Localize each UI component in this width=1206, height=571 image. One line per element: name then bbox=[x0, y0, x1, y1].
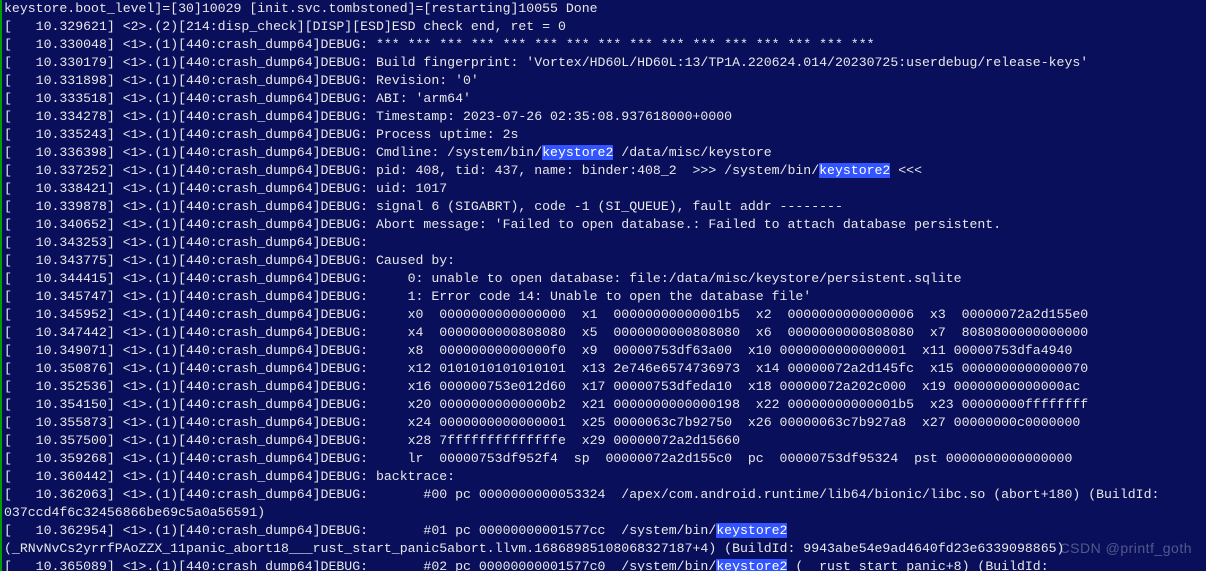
log-line: [ 10.333518] <1>.(1)[440:crash_dump64]DE… bbox=[4, 90, 1206, 108]
log-line: (_RNvNvCs2yrrfPAoZZX_11panic_abort18___r… bbox=[4, 540, 1206, 558]
log-line: [ 10.355873] <1>.(1)[440:crash_dump64]DE… bbox=[4, 414, 1206, 432]
log-line: [ 10.345747] <1>.(1)[440:crash_dump64]DE… bbox=[4, 288, 1206, 306]
log-line: [ 10.338421] <1>.(1)[440:crash_dump64]DE… bbox=[4, 180, 1206, 198]
log-line: [ 10.339878] <1>.(1)[440:crash_dump64]DE… bbox=[4, 198, 1206, 216]
log-line: [ 10.349071] <1>.(1)[440:crash_dump64]DE… bbox=[4, 342, 1206, 360]
highlight-match: keystore2 bbox=[819, 163, 890, 178]
log-line: [ 10.365089] <1>.(1)[440:crash_dump64]DE… bbox=[4, 558, 1206, 571]
log-line: [ 10.331898] <1>.(1)[440:crash_dump64]DE… bbox=[4, 72, 1206, 90]
log-line: [ 10.330048] <1>.(1)[440:crash_dump64]DE… bbox=[4, 36, 1206, 54]
log-line: [ 10.347442] <1>.(1)[440:crash_dump64]DE… bbox=[4, 324, 1206, 342]
log-line: [ 10.352536] <1>.(1)[440:crash_dump64]DE… bbox=[4, 378, 1206, 396]
log-line: [ 10.357500] <1>.(1)[440:crash_dump64]DE… bbox=[4, 432, 1206, 450]
log-line: [ 10.354150] <1>.(1)[440:crash_dump64]DE… bbox=[4, 396, 1206, 414]
log-line: [ 10.334278] <1>.(1)[440:crash_dump64]DE… bbox=[4, 108, 1206, 126]
log-line: [ 10.335243] <1>.(1)[440:crash_dump64]DE… bbox=[4, 126, 1206, 144]
log-line: [ 10.329621] <2>.(2)[214:disp_check][DIS… bbox=[4, 18, 1206, 36]
highlight-match: keystore2 bbox=[716, 559, 787, 571]
log-line: [ 10.345952] <1>.(1)[440:crash_dump64]DE… bbox=[4, 306, 1206, 324]
log-line: [ 10.340652] <1>.(1)[440:crash_dump64]DE… bbox=[4, 216, 1206, 234]
log-line: keystore.boot_level]=[30]10029 [init.svc… bbox=[4, 0, 1206, 18]
log-line: [ 10.330179] <1>.(1)[440:crash_dump64]DE… bbox=[4, 54, 1206, 72]
log-line: [ 10.360442] <1>.(1)[440:crash_dump64]DE… bbox=[4, 468, 1206, 486]
log-line: [ 10.343253] <1>.(1)[440:crash_dump64]DE… bbox=[4, 234, 1206, 252]
log-line: [ 10.336398] <1>.(1)[440:crash_dump64]DE… bbox=[4, 144, 1206, 162]
highlight-match: keystore2 bbox=[716, 523, 787, 538]
log-line: 037ccd4f6c32456866be69c5a0a56591) bbox=[4, 504, 1206, 522]
log-line: [ 10.344415] <1>.(1)[440:crash_dump64]DE… bbox=[4, 270, 1206, 288]
terminal-output[interactable]: keystore.boot_level]=[30]10029 [init.svc… bbox=[0, 0, 1206, 571]
log-line: [ 10.350876] <1>.(1)[440:crash_dump64]DE… bbox=[4, 360, 1206, 378]
log-line: [ 10.362954] <1>.(1)[440:crash_dump64]DE… bbox=[4, 522, 1206, 540]
log-line: [ 10.337252] <1>.(1)[440:crash_dump64]DE… bbox=[4, 162, 1206, 180]
highlight-match: keystore2 bbox=[542, 145, 613, 160]
log-line: [ 10.359268] <1>.(1)[440:crash_dump64]DE… bbox=[4, 450, 1206, 468]
log-line: [ 10.362063] <1>.(1)[440:crash_dump64]DE… bbox=[4, 486, 1206, 504]
log-line: [ 10.343775] <1>.(1)[440:crash_dump64]DE… bbox=[4, 252, 1206, 270]
left-border bbox=[0, 0, 2, 571]
